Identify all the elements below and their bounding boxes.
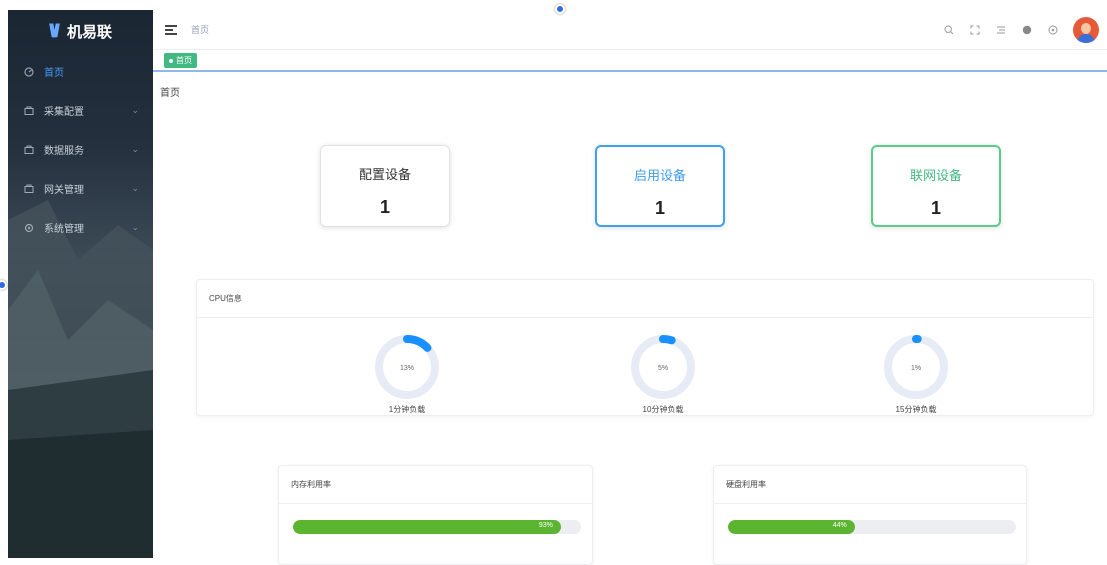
resize-handle-left[interactable] (0, 280, 7, 290)
ring-chart: 5% (631, 335, 695, 399)
sidebar-item-data-service[interactable]: 数据服务 ⌄ (8, 130, 153, 169)
folder-icon (24, 106, 34, 115)
stat-card-online-devices: 联网设备 1 (871, 145, 1001, 227)
disk-usage-panel: 硬盘利用率 44% (713, 465, 1027, 565)
sidebar-item-label: 采集配置 (44, 107, 84, 118)
gauge-label: 10分钟负载 (642, 405, 684, 414)
stat-label: 联网设备 (909, 168, 962, 183)
gauge-15min: 1% 15分钟负载 (881, 332, 951, 415)
sidebar-item-label: 网关管理 (44, 185, 84, 196)
gear-icon (24, 223, 34, 232)
stat-label: 启用设备 (633, 168, 686, 183)
stat-card-enabled-devices: 启用设备 1 (595, 145, 725, 227)
navbar-actions (943, 10, 1099, 50)
chevron-down-icon: ⌄ (131, 105, 139, 115)
search-icon[interactable] (943, 24, 955, 36)
tags-view: 首页 (153, 50, 1107, 72)
chevron-down-icon: ⌄ (131, 183, 139, 193)
stat-label: 配置设备 (358, 167, 411, 182)
app-logo[interactable]: \\// 机易联 (8, 10, 153, 52)
hamburger-icon[interactable] (165, 24, 177, 35)
navbar: 首页 (153, 10, 1107, 50)
ring-chart: 13% (375, 335, 439, 399)
chevron-down-icon: ⌄ (131, 222, 139, 232)
tag-home[interactable]: 首页 (164, 53, 197, 68)
ring-chart: 1% (884, 335, 948, 399)
logo-text: 机易联 (67, 23, 113, 41)
stat-value: 1 (654, 198, 665, 218)
page-title: 首页 (160, 88, 180, 99)
cpu-info-panel: CPU信息 13% 1分钟负载 5% 10分钟负载 1% 15分钟负载 (196, 279, 1094, 416)
gauge-10min: 5% 10分钟负载 (628, 332, 698, 415)
sidebar-item-label: 首页 (44, 68, 64, 79)
disk-progress-bar: 44% (728, 520, 1016, 534)
github-icon[interactable] (1021, 24, 1033, 36)
sidebar: \\// 机易联 首页 采集配置 ⌄ 数据服务 ⌄ 网关管理 ⌄ 系统管理 ⌄ (8, 10, 153, 558)
progress-percent: 44% (832, 522, 847, 529)
gauge-label: 1分钟负载 (388, 405, 426, 414)
sidebar-item-collect-config[interactable]: 采集配置 ⌄ (8, 91, 153, 130)
fullscreen-icon[interactable] (969, 24, 981, 36)
folder-icon (24, 184, 34, 193)
progress-percent: 93% (538, 522, 553, 529)
sidebar-menu: 首页 采集配置 ⌄ 数据服务 ⌄ 网关管理 ⌄ 系统管理 ⌄ (8, 52, 153, 247)
resize-handle-top[interactable] (555, 4, 565, 14)
stat-value: 1 (930, 198, 941, 218)
gauge-1min: 13% 1分钟负载 (372, 332, 442, 415)
sidebar-item-gateway[interactable]: 网关管理 ⌄ (8, 169, 153, 208)
stat-card-configured-devices: 配置设备 1 (320, 145, 450, 227)
folder-icon (24, 145, 34, 154)
gauge-percent: 13% (400, 365, 414, 372)
gauge-percent: 5% (658, 365, 668, 372)
logo-mark-icon: \\// (48, 20, 60, 41)
panel-title: 内存利用率 (279, 466, 592, 504)
sidebar-item-home[interactable]: 首页 (8, 52, 153, 91)
text-size-icon[interactable] (995, 24, 1007, 36)
dashboard-icon (24, 66, 34, 77)
memory-usage-panel: 内存利用率 93% (278, 465, 593, 565)
memory-progress-bar: 93% (293, 520, 581, 534)
breadcrumb[interactable]: 首页 (191, 23, 209, 36)
sidebar-item-label: 系统管理 (44, 224, 84, 235)
user-avatar[interactable] (1073, 17, 1099, 43)
panel-title: CPU信息 (197, 280, 1093, 318)
sidebar-item-system[interactable]: 系统管理 ⌄ (8, 208, 153, 247)
help-icon[interactable] (1047, 24, 1059, 36)
tag-label: 首页 (176, 56, 192, 65)
chevron-down-icon: ⌄ (131, 144, 139, 154)
progress-fill (293, 520, 561, 534)
panel-title: 硬盘利用率 (714, 466, 1026, 504)
gauge-percent: 1% (911, 365, 921, 372)
stat-value: 1 (379, 197, 390, 217)
active-dot-icon (169, 58, 173, 63)
sidebar-item-label: 数据服务 (44, 146, 84, 157)
gauge-label: 15分钟负载 (895, 405, 937, 414)
